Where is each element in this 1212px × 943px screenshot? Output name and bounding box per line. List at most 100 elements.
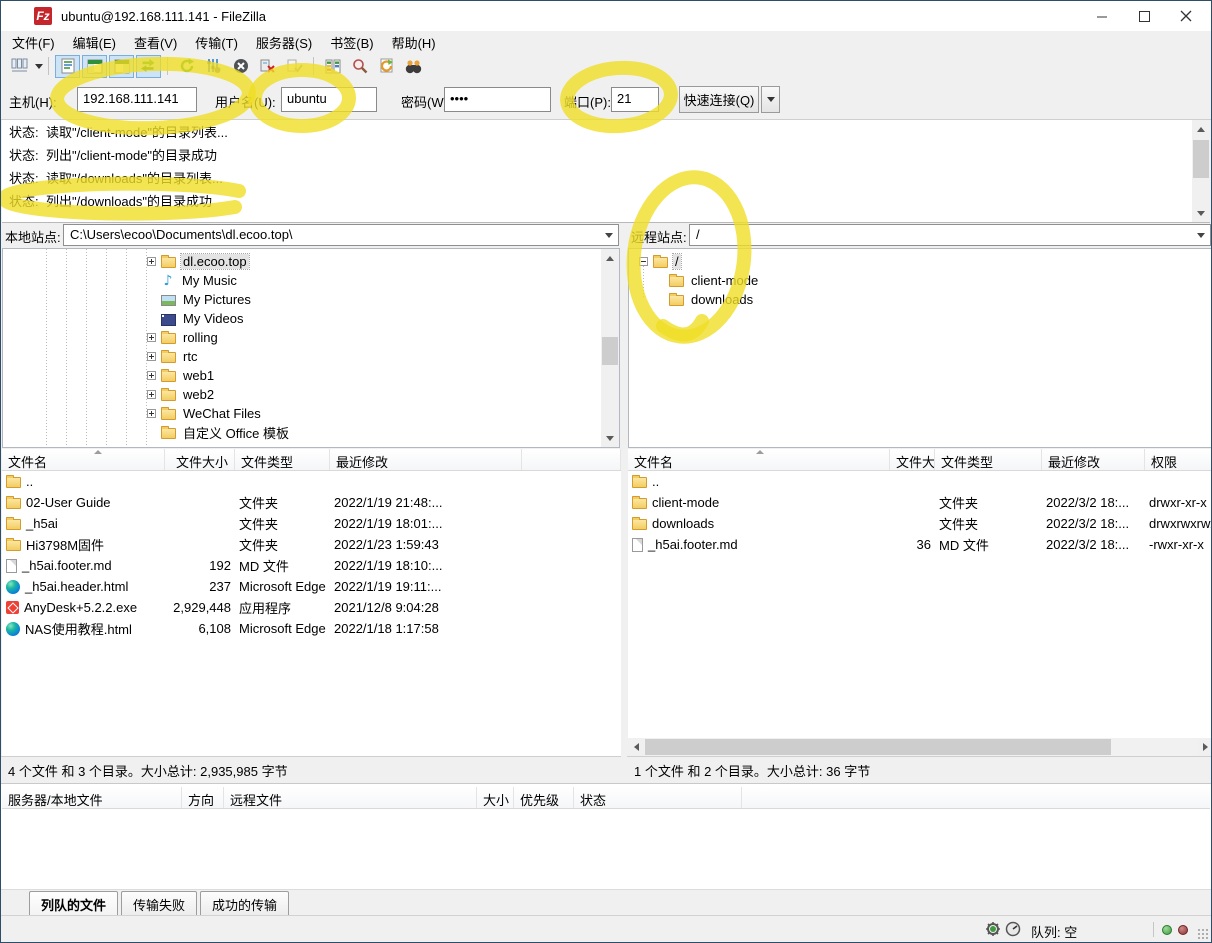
menu-bookmarks[interactable]: 书签(B) (321, 31, 382, 54)
file-row[interactable]: AnyDesk+5.2.2.exe2,929,448应用程序2021/12/8 … (2, 597, 621, 618)
expand-icon[interactable] (147, 371, 156, 380)
reconnect-icon[interactable] (282, 55, 307, 78)
minimize-button[interactable] (1081, 1, 1123, 31)
tree-item-my-music[interactable]: ♪My Music (3, 271, 619, 290)
host-input[interactable]: 192.168.111.141 (77, 87, 197, 112)
file-row[interactable]: client-mode文件夹2022/3/2 18:...drwxr-xr-x (628, 492, 1212, 513)
menu-transfer[interactable]: 传输(T) (186, 31, 247, 54)
column-status[interactable]: 状态 (574, 787, 742, 808)
menu-help[interactable]: 帮助(H) (383, 31, 445, 54)
file-row[interactable]: _h5ai.header.html237Microsoft Edge ...20… (2, 576, 621, 597)
refresh-icon[interactable] (174, 55, 199, 78)
scrollbar-thumb[interactable] (645, 739, 1111, 755)
toggle-local-tree-icon[interactable] (82, 55, 107, 78)
scroll-up-icon[interactable] (1192, 120, 1210, 138)
menu-view[interactable]: 查看(V) (125, 31, 186, 54)
close-button[interactable] (1165, 1, 1207, 31)
scrollbar-thumb[interactable] (602, 337, 618, 365)
column-filename[interactable]: 文件名 (2, 449, 165, 470)
column-filesize[interactable]: 文件大小 (165, 449, 235, 470)
scrollbar-thumb[interactable] (1193, 140, 1209, 178)
file-row[interactable]: .. (2, 471, 621, 492)
file-row[interactable]: downloads文件夹2022/3/2 18:...drwxrwxrwx (628, 513, 1212, 534)
tree-item-dl-ecoo-top[interactable]: dl.ecoo.top (3, 252, 619, 271)
port-input[interactable]: 21 (611, 87, 659, 112)
maximize-button[interactable] (1123, 1, 1165, 31)
directory-comparison-icon[interactable] (320, 55, 345, 78)
disconnect-icon[interactable] (255, 55, 280, 78)
scroll-up-icon[interactable] (601, 249, 619, 267)
resize-grip[interactable] (1197, 928, 1209, 940)
tab-successful-transfers[interactable]: 成功的传输 (200, 891, 289, 918)
column-server-local-file[interactable]: 服务器/本地文件 (2, 787, 182, 808)
toggle-transfer-queue-icon[interactable] (136, 55, 161, 78)
tree-item-client-mode[interactable]: client-mode (629, 271, 1212, 290)
quickconnect-dropdown-button[interactable] (761, 86, 780, 113)
column-modified[interactable]: 最近修改 (330, 449, 522, 470)
chevron-down-icon[interactable] (1197, 233, 1205, 238)
file-row[interactable]: NAS使用教程.html6,108Microsoft Edge ...2022/… (2, 618, 621, 639)
file-row[interactable]: _h5ai文件夹2022/1/19 18:01:... (2, 513, 621, 534)
tree-item-my-pictures[interactable]: My Pictures (3, 290, 619, 309)
queue-settings-gear-icon[interactable] (985, 921, 1001, 940)
synchronized-browsing-icon[interactable] (374, 55, 399, 78)
tree-item-wechat-files[interactable]: WeChat Files (3, 404, 619, 423)
process-queue-icon[interactable] (201, 55, 226, 78)
toggle-remote-tree-icon[interactable] (109, 55, 134, 78)
local-site-combo[interactable]: C:\Users\ecoo\Documents\dl.ecoo.top\ (63, 224, 619, 246)
column-filetype[interactable]: 文件类型 (935, 449, 1042, 470)
password-input[interactable]: •••• (444, 87, 551, 112)
tree-item-my-videos[interactable]: My Videos (3, 309, 619, 328)
toggle-message-log-icon[interactable] (55, 55, 80, 78)
log-scrollbar[interactable] (1192, 120, 1210, 222)
expand-icon[interactable] (147, 352, 156, 361)
tab-queued-files[interactable]: 列队的文件 (29, 891, 118, 918)
remote-list-hscrollbar[interactable] (628, 738, 1212, 756)
scroll-left-icon[interactable] (628, 738, 644, 756)
filename-filters-icon[interactable] (347, 55, 372, 78)
file-row[interactable]: .. (628, 471, 1212, 492)
tree-item-web1[interactable]: web1 (3, 366, 619, 385)
username-input[interactable]: ubuntu (281, 87, 377, 112)
site-manager-dropdown-icon[interactable] (35, 64, 43, 69)
file-row[interactable]: _h5ai.footer.md192MD 文件2022/1/19 18:10:.… (2, 555, 621, 576)
tree-item-downloads[interactable]: downloads (629, 290, 1212, 309)
expand-icon[interactable] (147, 257, 156, 266)
collapse-icon[interactable] (639, 257, 648, 266)
tree-item-rtc[interactable]: rtc (3, 347, 619, 366)
expand-icon[interactable] (147, 390, 156, 399)
pane-divider[interactable] (621, 223, 627, 783)
tree-item-rolling[interactable]: rolling (3, 328, 619, 347)
expand-icon[interactable] (147, 333, 156, 342)
column-size[interactable]: 大小 (477, 787, 514, 808)
menu-file[interactable]: 文件(F) (3, 31, 64, 54)
tree-item-root[interactable]: / (629, 252, 1212, 271)
quickconnect-button[interactable]: 快速连接(Q) (679, 86, 759, 113)
local-tree-scrollbar[interactable] (601, 249, 619, 447)
scroll-down-icon[interactable] (1192, 204, 1210, 222)
site-manager-icon[interactable] (7, 55, 32, 78)
scroll-down-icon[interactable] (601, 429, 619, 447)
find-files-icon[interactable] (401, 55, 426, 78)
tab-failed-transfers[interactable]: 传输失败 (121, 891, 197, 918)
column-remote-file[interactable]: 远程文件 (224, 787, 477, 808)
column-filetype[interactable]: 文件类型 (235, 449, 330, 470)
column-modified[interactable]: 最近修改 (1042, 449, 1145, 470)
scroll-right-icon[interactable] (1197, 738, 1212, 756)
file-row[interactable]: 02-User Guide文件夹2022/1/19 21:48:... (2, 492, 621, 513)
column-filesize[interactable]: 文件大小 (890, 449, 935, 470)
file-row[interactable]: _h5ai.footer.md36MD 文件2022/3/2 18:...-rw… (628, 534, 1212, 555)
column-priority[interactable]: 优先级 (514, 787, 574, 808)
column-filename[interactable]: 文件名 (628, 449, 890, 470)
chevron-down-icon[interactable] (605, 233, 613, 238)
cancel-icon[interactable] (228, 55, 253, 78)
menu-server[interactable]: 服务器(S) (247, 31, 321, 54)
file-row[interactable]: Hi3798M固件文件夹2022/1/23 1:59:43 (2, 534, 621, 555)
remote-site-combo[interactable]: / (689, 224, 1211, 246)
tree-item-office-templates[interactable]: 自定义 Office 模板 (3, 423, 619, 442)
expand-icon[interactable] (147, 409, 156, 418)
column-direction[interactable]: 方向 (182, 787, 224, 808)
speed-limit-gauge-icon[interactable] (1005, 921, 1021, 940)
column-permissions[interactable]: 权限 (1145, 449, 1212, 470)
menu-edit[interactable]: 编辑(E) (64, 31, 125, 54)
